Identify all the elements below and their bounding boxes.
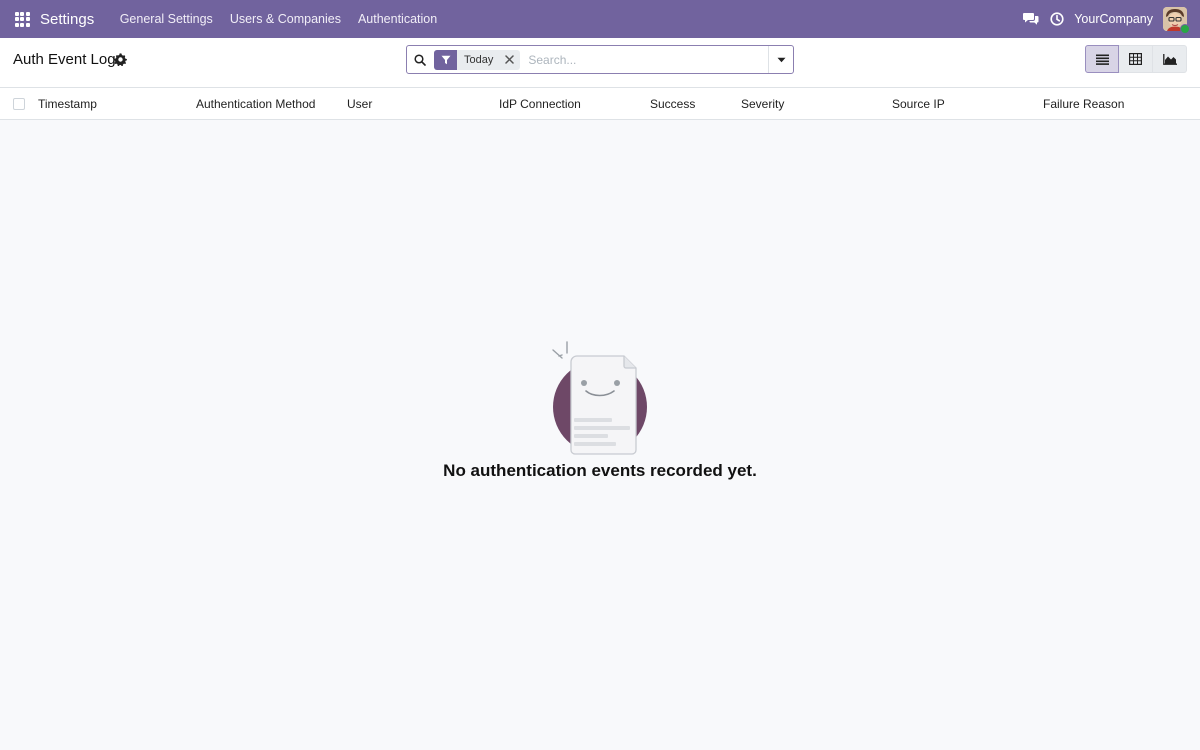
column-success[interactable]: Success <box>650 97 695 111</box>
chat-icon[interactable] <box>1018 0 1044 38</box>
list-view-button[interactable] <box>1085 45 1119 73</box>
area-chart-icon <box>1162 53 1177 65</box>
app-name[interactable]: Settings <box>40 11 94 28</box>
view-switcher <box>1085 45 1187 73</box>
apps-grid-icon[interactable] <box>9 6 35 32</box>
column-authentication-method[interactable]: Authentication Method <box>196 97 315 111</box>
search-facet: Today <box>434 49 521 70</box>
column-timestamp[interactable]: Timestamp <box>38 97 97 111</box>
column-idp-connection[interactable]: IdP Connection <box>499 97 581 111</box>
search-icon[interactable] <box>407 46 433 73</box>
online-status-dot <box>1180 24 1190 34</box>
clock-icon[interactable] <box>1044 0 1070 38</box>
facet-label: Today <box>464 53 494 66</box>
control-panel: Auth Event Log Today <box>0 38 1200 88</box>
menu-authentication[interactable]: Authentication <box>349 0 445 38</box>
page-title: Auth Event Log <box>13 51 116 68</box>
table-icon <box>1129 53 1142 65</box>
search-bar: Today <box>406 45 794 74</box>
navbar-systray: YourCompany <box>1018 0 1200 38</box>
select-all-checkbox[interactable] <box>13 98 25 110</box>
list-icon <box>1095 54 1109 65</box>
empty-state-message: No authentication events recorded yet. <box>443 461 757 480</box>
search-input[interactable] <box>528 52 765 67</box>
column-source-ip[interactable]: Source IP <box>892 97 945 111</box>
menu-users-companies[interactable]: Users & Companies <box>221 0 349 38</box>
list-header: Timestamp Authentication Method User IdP… <box>0 88 1200 120</box>
column-failure-reason[interactable]: Failure Reason <box>1043 97 1124 111</box>
filter-icon <box>434 49 457 70</box>
gear-icon[interactable] <box>114 53 127 66</box>
user-avatar[interactable] <box>1163 7 1190 34</box>
column-severity[interactable]: Severity <box>741 97 784 111</box>
chevron-down-icon[interactable] <box>768 46 793 73</box>
pivot-view-button[interactable] <box>1119 45 1153 73</box>
empty-document-illustration <box>552 341 647 455</box>
graph-view-button[interactable] <box>1153 45 1187 73</box>
main-menu: General Settings Users & Companies Authe… <box>111 0 446 38</box>
menu-general-settings[interactable]: General Settings <box>111 0 221 38</box>
column-user[interactable]: User <box>347 97 372 111</box>
close-icon[interactable] <box>501 50 517 70</box>
top-navbar: Settings General Settings Users & Compan… <box>0 0 1200 38</box>
company-switcher[interactable]: YourCompany <box>1074 12 1153 26</box>
